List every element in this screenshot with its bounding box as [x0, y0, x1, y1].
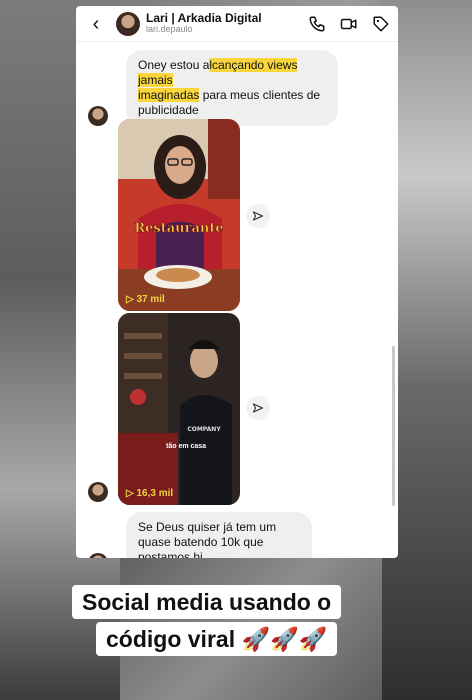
- reel-overlay-text: tão em casa: [166, 443, 207, 450]
- message-bubble[interactable]: Se Deus quiser já tem um quase batendo 1…: [126, 512, 312, 558]
- reel-image: Restaurante: [118, 119, 240, 311]
- caption-line-1: Social media usando o: [72, 585, 342, 619]
- reel-thumbnail[interactable]: Restaurante ▷ 37 mil: [118, 119, 240, 311]
- message-row: Oney estou alcançando views jamais imagin…: [88, 50, 338, 126]
- svg-text:COMPANY: COMPANY: [187, 426, 221, 433]
- sender-avatar: [88, 482, 108, 502]
- video-call-icon[interactable]: [340, 15, 358, 33]
- back-arrow-icon[interactable]: ‹: [84, 14, 108, 34]
- send-icon: [253, 211, 263, 221]
- reel-sign-text: Restaurante: [134, 221, 223, 236]
- send-icon: [253, 403, 263, 413]
- chat-screen: ‹ Lari | Arkadia Digital lari.depaulo On…: [76, 6, 398, 558]
- reel-thumbnail[interactable]: COMPANY tão em casa ▷ 16,3 mil: [118, 313, 240, 505]
- view-count: ▷ 16,3 mil: [126, 488, 174, 499]
- message-text: Oney estou a: [138, 58, 210, 72]
- contact-info[interactable]: Lari | Arkadia Digital lari.depaulo: [146, 12, 308, 34]
- reel-image: COMPANY: [118, 313, 240, 505]
- sender-avatar: [88, 553, 108, 558]
- share-button[interactable]: [246, 204, 270, 228]
- message-text: Se Deus quiser já tem um quase batendo 1…: [138, 520, 277, 558]
- sender-avatar: [88, 106, 108, 126]
- share-button[interactable]: [246, 396, 270, 420]
- view-count: ▷ 37 mil: [126, 294, 165, 305]
- caption-line-2: código viral 🚀🚀🚀: [96, 622, 338, 656]
- contact-username: lari.depaulo: [146, 24, 193, 35]
- scrollbar[interactable]: [392, 346, 395, 506]
- contact-avatar[interactable]: [116, 11, 140, 36]
- tag-icon[interactable]: [372, 15, 390, 33]
- phone-call-icon[interactable]: [308, 15, 326, 33]
- message-row: Se Deus quiser já tem um quase batendo 1…: [88, 512, 312, 558]
- message-bubble[interactable]: Oney estou alcançando views jamais imagin…: [126, 50, 338, 126]
- highlighted-text: imaginadas: [138, 88, 200, 102]
- chat-header: ‹ Lari | Arkadia Digital lari.depaulo: [76, 6, 398, 42]
- header-actions: [308, 15, 390, 33]
